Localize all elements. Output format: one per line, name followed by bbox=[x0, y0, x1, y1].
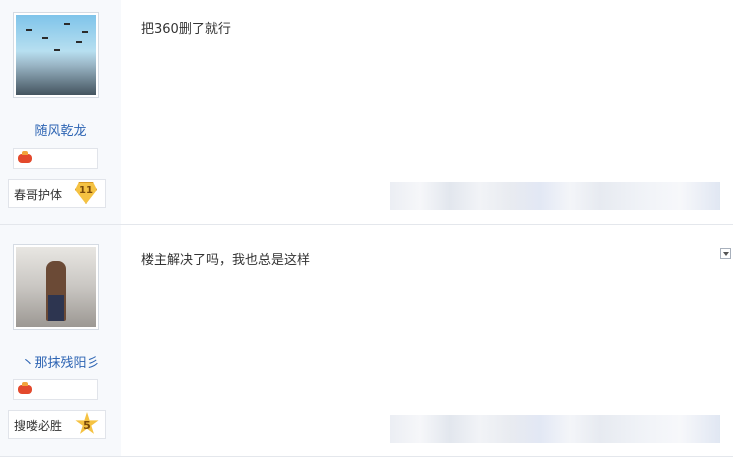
post-content: 把360删了就行 bbox=[141, 22, 231, 37]
post-divider bbox=[0, 456, 733, 457]
badge-box[interactable] bbox=[13, 379, 98, 400]
badge-box[interactable] bbox=[13, 148, 98, 169]
author-name[interactable]: 丶那抹残阳彡 bbox=[0, 352, 121, 371]
bird-shape bbox=[76, 41, 82, 43]
level-name: 搜喽必胜 bbox=[14, 419, 63, 433]
level-badge: 11 bbox=[75, 182, 97, 204]
bird-shape bbox=[64, 23, 70, 25]
avatar-image bbox=[16, 247, 96, 327]
level-badge: 5 bbox=[75, 412, 99, 434]
person-shape bbox=[46, 261, 66, 321]
bird-shape bbox=[42, 37, 48, 39]
post-meta-blurred bbox=[390, 415, 720, 443]
gamepad-icon bbox=[18, 151, 32, 163]
bird-shape bbox=[54, 49, 60, 51]
author-sidebar: 丶那抹残阳彡 搜喽必胜 5 bbox=[0, 225, 121, 456]
gamepad-icon bbox=[18, 382, 32, 394]
author-name[interactable]: 随风乾龙 bbox=[0, 120, 121, 139]
level-name: 春哥护体 bbox=[14, 188, 63, 202]
avatar-image bbox=[16, 15, 96, 95]
avatar[interactable] bbox=[13, 244, 99, 330]
post-2: 丶那抹残阳彡 搜喽必胜 5 楼主解决了吗，我也总是这样 bbox=[0, 225, 733, 456]
bird-shape bbox=[82, 31, 88, 33]
chevron-down-icon[interactable] bbox=[720, 248, 731, 259]
author-sidebar: 随风乾龙 春哥护体 11 bbox=[0, 0, 121, 224]
level-box[interactable]: 搜喽必胜 5 bbox=[8, 410, 106, 439]
avatar[interactable] bbox=[13, 12, 99, 98]
level-box[interactable]: 春哥护体 11 bbox=[8, 179, 106, 208]
post-1: 随风乾龙 春哥护体 11 把360删了就行 bbox=[0, 0, 733, 224]
post-meta-blurred bbox=[390, 182, 720, 210]
post-content: 楼主解决了吗，我也总是这样 bbox=[141, 253, 311, 268]
bird-shape bbox=[26, 29, 32, 31]
